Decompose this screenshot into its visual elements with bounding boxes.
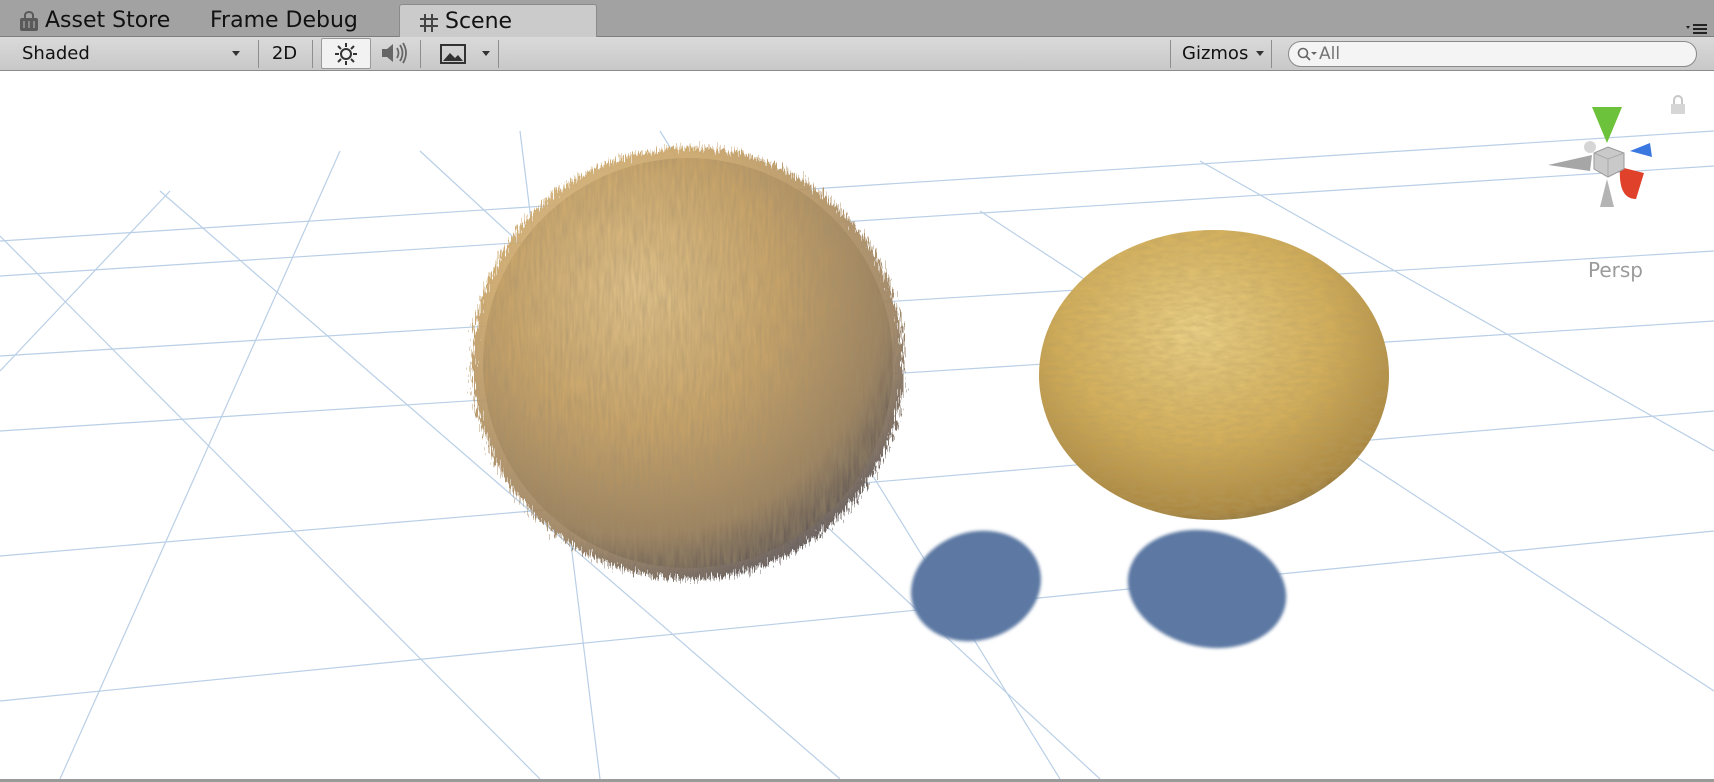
- tab-frame-debug-label: Frame Debug: [210, 8, 358, 33]
- scene-effects-toggle[interactable]: [432, 38, 472, 69]
- mode-2d-button[interactable]: 2D: [263, 38, 306, 69]
- tab-menu-icon[interactable]: [1686, 20, 1708, 34]
- asset-store-icon: [18, 10, 40, 32]
- divider: [1170, 40, 1171, 68]
- tab-frame-debug[interactable]: Frame Debug: [210, 4, 358, 37]
- divider: [312, 40, 313, 68]
- scene-audio-toggle[interactable]: [373, 38, 413, 69]
- tab-asset-store[interactable]: Asset Store: [18, 4, 170, 37]
- scene-viewport[interactable]: Persp: [0, 71, 1714, 779]
- axis-y-icon: [1592, 107, 1622, 143]
- search-icon: [1297, 47, 1317, 61]
- lock-icon[interactable]: [1669, 94, 1687, 116]
- scene-canvas: [0, 130, 1714, 779]
- tab-asset-store-label: Asset Store: [45, 8, 171, 33]
- fur-sphere: [472, 147, 904, 579]
- sun-icon: [335, 43, 357, 65]
- draw-mode-dropdown[interactable]: Shaded: [10, 38, 250, 69]
- divider: [498, 40, 499, 68]
- axis-neg-x-icon: [1548, 155, 1592, 171]
- gizmos-dropdown[interactable]: Gizmos: [1174, 38, 1270, 69]
- axis-z-icon: [1630, 143, 1652, 157]
- projection-label[interactable]: Persp: [1588, 258, 1643, 282]
- chevron-down-icon: [232, 51, 240, 56]
- tab-bar: Asset Store Frame Debug Scene: [0, 0, 1714, 38]
- sphere-shadows: [911, 529, 1287, 649]
- speaker-icon: [382, 42, 407, 64]
- image-icon: [440, 44, 466, 64]
- divider: [420, 40, 421, 68]
- divider: [1271, 40, 1272, 68]
- axis-x-icon: [1619, 167, 1644, 199]
- axis-neg-y-icon: [1600, 179, 1614, 207]
- chevron-down-icon: [482, 51, 490, 56]
- search-input[interactable]: [1319, 43, 1679, 65]
- orientation-gizmo[interactable]: [1548, 107, 1668, 217]
- chevron-down-icon: [1256, 51, 1264, 56]
- draw-mode-value: Shaded: [22, 43, 90, 64]
- mode-2d-label: 2D: [271, 43, 298, 64]
- tab-scene[interactable]: Scene: [399, 4, 597, 38]
- tab-scene-label: Scene: [445, 9, 513, 34]
- search-field[interactable]: [1288, 41, 1697, 67]
- textured-sphere: [1039, 230, 1389, 520]
- gizmos-label: Gizmos: [1182, 43, 1249, 64]
- scene-lighting-toggle[interactable]: [321, 38, 371, 69]
- axis-neg-z-icon: [1584, 141, 1596, 153]
- effects-dropdown[interactable]: [474, 38, 498, 69]
- scene-toolbar: Shaded 2D Gizmos: [0, 37, 1714, 71]
- grid-hash-icon: [418, 11, 440, 33]
- divider: [258, 40, 259, 68]
